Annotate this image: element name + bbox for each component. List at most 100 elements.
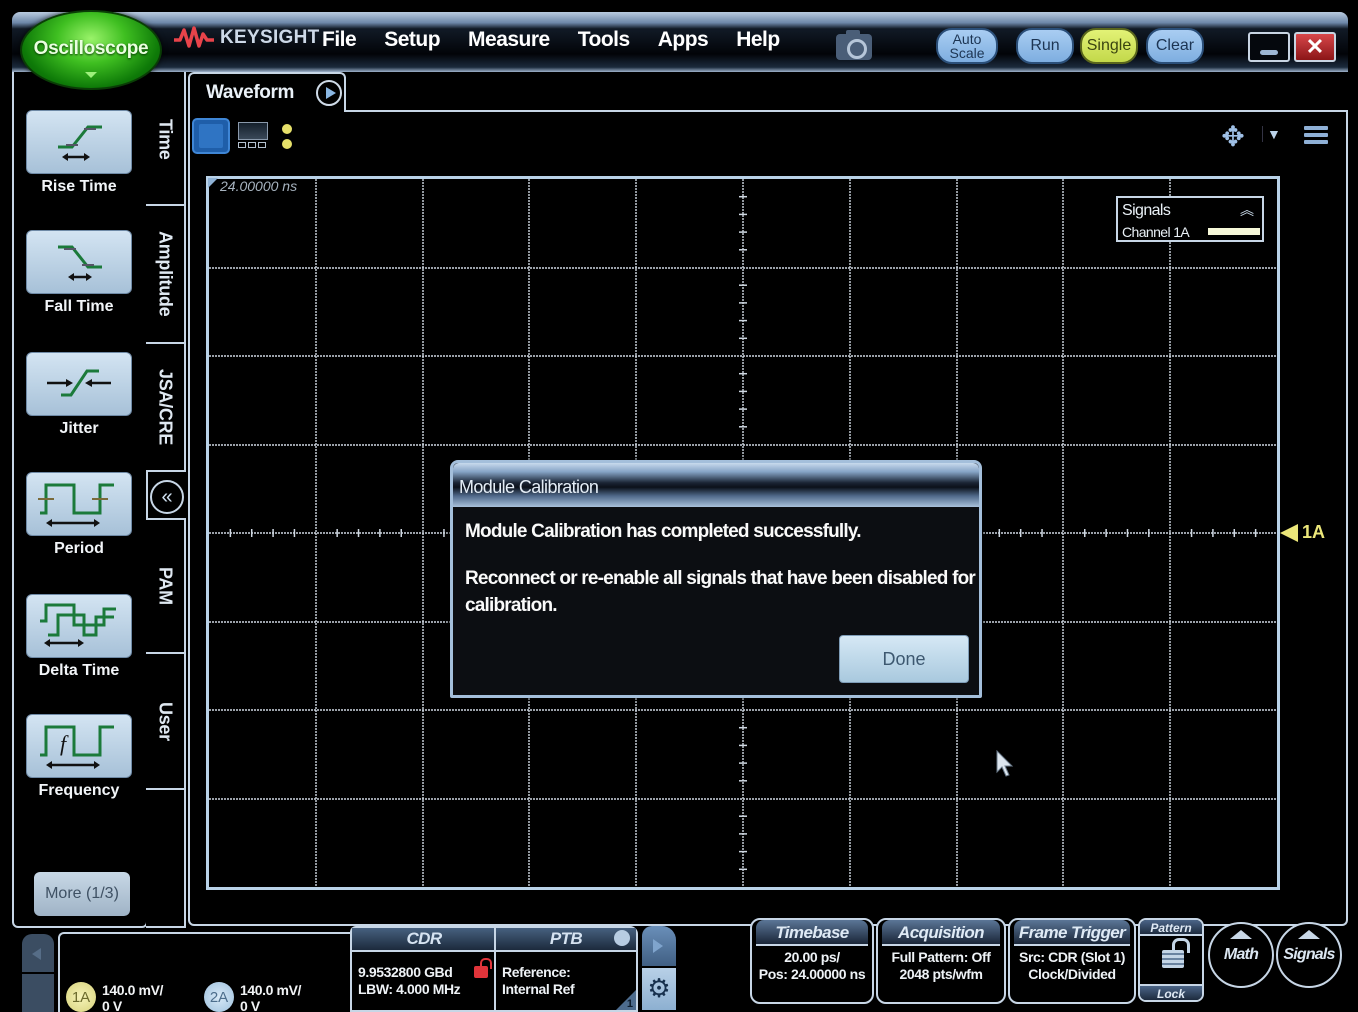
period-button[interactable]: Period <box>26 472 132 558</box>
channel-1a-level-marker[interactable]: 1A <box>1280 522 1325 543</box>
timebase-status[interactable]: Timebase 20.00 ps/ Pos: 24.00000 ns <box>750 918 874 1004</box>
tab-time-label: Time <box>155 118 176 160</box>
frequency-label: Frequency <box>38 782 120 799</box>
dialog-title: Module Calibration <box>459 477 599 497</box>
tab-user[interactable]: User <box>146 652 186 790</box>
delta-time-label: Delta Time <box>38 662 120 679</box>
signals-label: Signals <box>1283 946 1335 963</box>
tab-jsa-cre-label: JSA/CRE <box>155 369 176 445</box>
oscilloscope-app-button[interactable]: Oscilloscope <box>20 10 162 90</box>
menu-tools[interactable]: Tools <box>578 28 630 52</box>
waveform-tab[interactable]: Waveform <box>188 72 346 112</box>
frame-trigger-source: Src: CDR (Slot 1) <box>1019 949 1125 965</box>
tab-jsa-cre[interactable]: JSA/CRE <box>146 342 186 472</box>
menu-file[interactable]: File <box>322 28 357 52</box>
minimize-button[interactable] <box>1248 32 1290 62</box>
play-icon[interactable] <box>316 80 342 106</box>
channel-1a-values: 140.0 mV/ 0 V <box>102 982 163 1012</box>
rise-time-label: Rise Time <box>41 178 117 195</box>
tab-pam[interactable]: PAM <box>146 518 186 654</box>
tab-time[interactable]: Time <box>146 72 186 206</box>
waveform-tab-label: Waveform <box>206 82 294 103</box>
dialog-titlebar[interactable]: Module Calibration <box>453 463 979 507</box>
delta-time-button[interactable]: Delta Time <box>26 594 132 680</box>
frame-trigger-status[interactable]: Frame Trigger Src: CDR (Slot 1) Clock/Di… <box>1008 918 1136 1004</box>
math-button[interactable]: Math <box>1208 922 1274 988</box>
tab-user-label: User <box>155 701 176 741</box>
fall-time-label: Fall Time <box>44 298 114 315</box>
clear-button[interactable]: Clear <box>1146 28 1204 64</box>
ptb-status-dot-icon <box>614 930 630 946</box>
math-label: Math <box>1223 946 1259 963</box>
channel-1a-offset: 0 V <box>102 998 122 1012</box>
ptb-body: Reference: Internal Ref <box>496 952 636 998</box>
menu-apps[interactable]: Apps <box>658 28 709 52</box>
single-layout-button[interactable] <box>192 118 230 154</box>
channel-1a-setting[interactable]: 1A 140.0 mV/ 0 V <box>66 982 163 1012</box>
channel-2a-badge: 2A <box>204 982 234 1012</box>
frame-trigger-body: Src: CDR (Slot 1) Clock/Divided <box>1010 946 1134 983</box>
frequency-button[interactable]: f Frequency <box>26 714 132 800</box>
menu-help[interactable]: Help <box>736 28 780 52</box>
cdr-title: CDR <box>352 928 496 952</box>
fall-time-icon <box>26 230 132 294</box>
rise-time-button[interactable]: Rise Time <box>26 110 132 196</box>
screenshot-camera-icon[interactable] <box>836 30 872 60</box>
gear-icon[interactable]: ⚙ <box>642 968 676 1010</box>
chevron-down-icon <box>85 72 97 78</box>
keysight-wave-icon <box>174 26 214 50</box>
frame-trigger-mode: Clock/Divided <box>1028 966 1116 982</box>
period-label: Period <box>54 540 104 557</box>
channel-2a-offset: 0 V <box>240 998 260 1012</box>
dropdown-arrow-icon[interactable]: ▼ <box>1262 126 1281 142</box>
svg-text:f: f <box>60 731 69 756</box>
tab-pam-label: PAM <box>155 567 176 605</box>
jitter-icon <box>26 352 132 416</box>
module-calibration-dialog: Module Calibration Module Calibration ha… <box>450 460 982 698</box>
auto-scale-button[interactable]: Auto Scale <box>936 28 998 64</box>
status-scroll-left-button[interactable] <box>22 934 54 1012</box>
run-button[interactable]: Run <box>1016 28 1074 64</box>
acquisition-full-pattern: Full Pattern: Off <box>891 949 991 965</box>
ptb-reference-label: Reference: <box>502 964 571 980</box>
cdr-status[interactable]: CDR 9.9532800 GBd LBW: 4.000 MHz <box>350 926 496 1012</box>
timebase-title: Timebase <box>756 920 868 946</box>
hamburger-menu-icon[interactable] <box>1304 126 1328 146</box>
more-button[interactable]: More (1/3) <box>34 872 130 916</box>
fall-time-button[interactable]: Fall Time <box>26 230 132 316</box>
ptb-corner-number: 1 <box>626 998 633 1010</box>
signals-button[interactable]: Signals <box>1276 922 1342 988</box>
channel-2a-scale: 140.0 mV/ <box>240 982 301 998</box>
signals-legend[interactable]: Signals ︽ Channel 1A <box>1116 196 1264 242</box>
period-icon <box>26 472 132 536</box>
single-button[interactable]: Single <box>1080 28 1138 64</box>
jitter-button[interactable]: Jitter <box>26 352 132 438</box>
acquisition-status[interactable]: Acquisition Full Pattern: Off 2048 pts/w… <box>876 918 1006 1004</box>
menu-measure[interactable]: Measure <box>468 28 550 52</box>
frequency-icon: f <box>26 714 132 778</box>
status-side-buttons: ⚙ <box>642 926 676 1012</box>
timebase-position: Pos: 24.00000 ns <box>758 966 866 982</box>
channel-2a-setting[interactable]: 2A 140.0 mV/ 0 V <box>204 982 301 1012</box>
rise-time-icon <box>26 110 132 174</box>
acquisition-points: 2048 pts/wfm <box>899 966 983 982</box>
tab-amplitude[interactable]: Amplitude <box>146 204 186 344</box>
brand-name: KEYSIGHT <box>220 27 320 48</box>
collapse-up-icon[interactable]: ︽ <box>1240 200 1254 220</box>
position-corner-marker <box>208 178 218 188</box>
close-button[interactable]: ✕ <box>1294 32 1336 62</box>
channel-1a-color-swatch <box>1208 228 1260 235</box>
more-options-dots-icon[interactable] <box>282 124 292 154</box>
done-button[interactable]: Done <box>839 635 969 683</box>
ptb-status[interactable]: PTB Reference: Internal Ref 1 <box>494 926 638 1012</box>
channel-2a-values: 140.0 mV/ 0 V <box>240 982 301 1012</box>
status-play-button[interactable] <box>642 926 676 968</box>
move-icon[interactable]: ✥ <box>1218 122 1248 152</box>
menu-setup[interactable]: Setup <box>384 28 440 52</box>
split-layout-button[interactable] <box>238 122 268 150</box>
collapse-panel-button[interactable]: « <box>150 480 184 514</box>
pattern-lock-button[interactable]: Pattern Lock <box>1138 918 1204 1002</box>
tab-amplitude-label: Amplitude <box>155 231 176 317</box>
signals-legend-title: Signals <box>1122 202 1171 219</box>
channel-1a-scale: 140.0 mV/ <box>102 982 163 998</box>
